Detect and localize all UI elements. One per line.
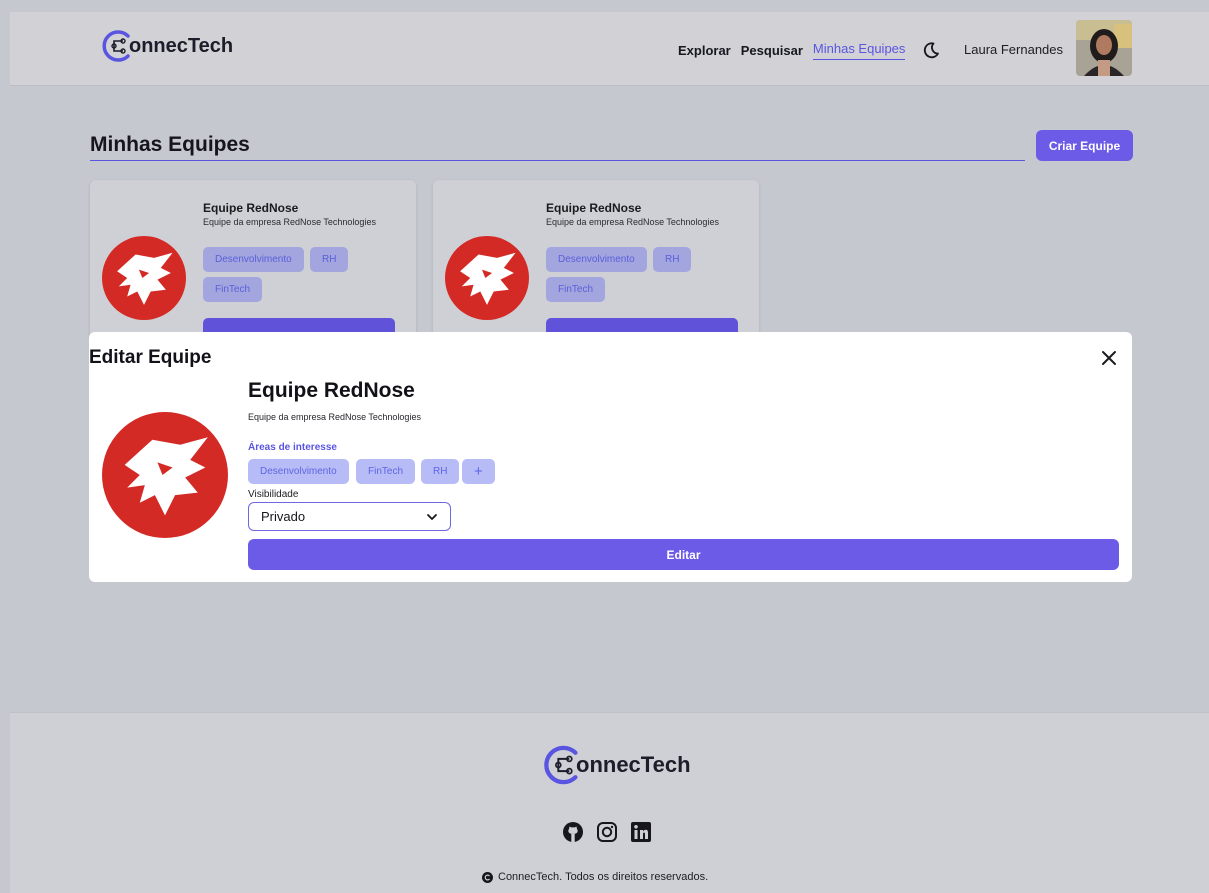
interest-tag[interactable]: RH [421, 459, 460, 484]
avatar-image [1076, 20, 1132, 76]
tag: RH [310, 247, 349, 272]
team-description: Equipe da empresa RedNose Technologies [203, 217, 376, 227]
team-card[interactable]: Equipe RedNose Equipe da empresa RedNose… [90, 180, 416, 340]
brand-name: onnecTech [129, 34, 234, 57]
team-card[interactable]: Equipe RedNose Equipe da empresa RedNose… [433, 180, 759, 340]
moon-icon[interactable] [921, 40, 941, 60]
team-description: Equipe da empresa RedNose Technologies [546, 217, 719, 227]
nav-minhas-equipes[interactable]: Minhas Equipes [812, 41, 906, 60]
nav-explorar[interactable]: Explorar [678, 43, 731, 58]
chevron-down-icon [427, 514, 437, 520]
linkedin-icon[interactable] [630, 821, 652, 843]
header-logo[interactable]: onnecTech [99, 28, 233, 64]
add-interest-button[interactable]: + [462, 459, 495, 484]
team-name: Equipe RedNose [203, 201, 299, 215]
page-title: Minhas Equipes [90, 133, 250, 156]
visibility-label: Visibilidade [248, 489, 299, 500]
team-logo-icon [445, 236, 529, 320]
team-description: Equipe da empresa RedNose Technologies [248, 412, 421, 422]
footer: onnecTech ConnecTech. Todos os direitos … [10, 712, 1209, 893]
github-icon[interactable] [562, 821, 584, 843]
interest-tag[interactable]: Desenvolvimento [248, 459, 349, 484]
edit-button[interactable]: Editar [248, 539, 1119, 570]
logo-mark-icon [102, 30, 130, 62]
top-bar: onnecTech Explorar Pesquisar Minhas Equi… [10, 12, 1209, 86]
copyright-icon [482, 871, 493, 883]
team-name-heading: Equipe RedNose [248, 379, 415, 402]
edit-team-modal: Editar Equipe Equipe RedNose Equipe da e… [89, 332, 1132, 582]
user-name[interactable]: Laura Fernandes [964, 42, 1063, 57]
instagram-icon[interactable] [596, 821, 618, 843]
logo-mark-icon [544, 745, 578, 785]
modal-title: Editar Equipe [89, 347, 212, 368]
copyright: ConnecTech. Todos os direitos reservados… [482, 871, 708, 883]
nav-pesquisar[interactable]: Pesquisar [741, 43, 803, 58]
tag: RH [653, 247, 692, 272]
visibility-select[interactable]: Privado [248, 502, 451, 531]
interest-tag[interactable]: FinTech [356, 459, 416, 484]
team-logo-icon [102, 236, 186, 320]
avatar[interactable] [1076, 20, 1132, 76]
close-icon [1102, 351, 1116, 365]
tag: FinTech [203, 277, 263, 302]
tag: FinTech [546, 277, 606, 302]
title-divider [90, 160, 1025, 161]
tag: Desenvolvimento [203, 247, 304, 272]
copyright-text: ConnecTech. Todos os direitos reservados… [498, 871, 709, 883]
tag: Desenvolvimento [546, 247, 647, 272]
footer-brand-name: onnecTech [576, 752, 691, 777]
main-nav: Explorar Pesquisar Minhas Equipes [678, 40, 941, 60]
interests-label: Áreas de interesse [248, 442, 337, 453]
visibility-value: Privado [261, 509, 306, 524]
app-frame: onnecTech Explorar Pesquisar Minhas Equi… [10, 12, 1209, 893]
team-name: Equipe RedNose [546, 201, 642, 215]
footer-logo[interactable]: onnecTech [540, 743, 691, 787]
team-logo-icon[interactable] [102, 412, 228, 538]
close-button[interactable] [1099, 348, 1119, 368]
social-links [562, 821, 652, 843]
create-team-button[interactable]: Criar Equipe [1036, 130, 1133, 161]
